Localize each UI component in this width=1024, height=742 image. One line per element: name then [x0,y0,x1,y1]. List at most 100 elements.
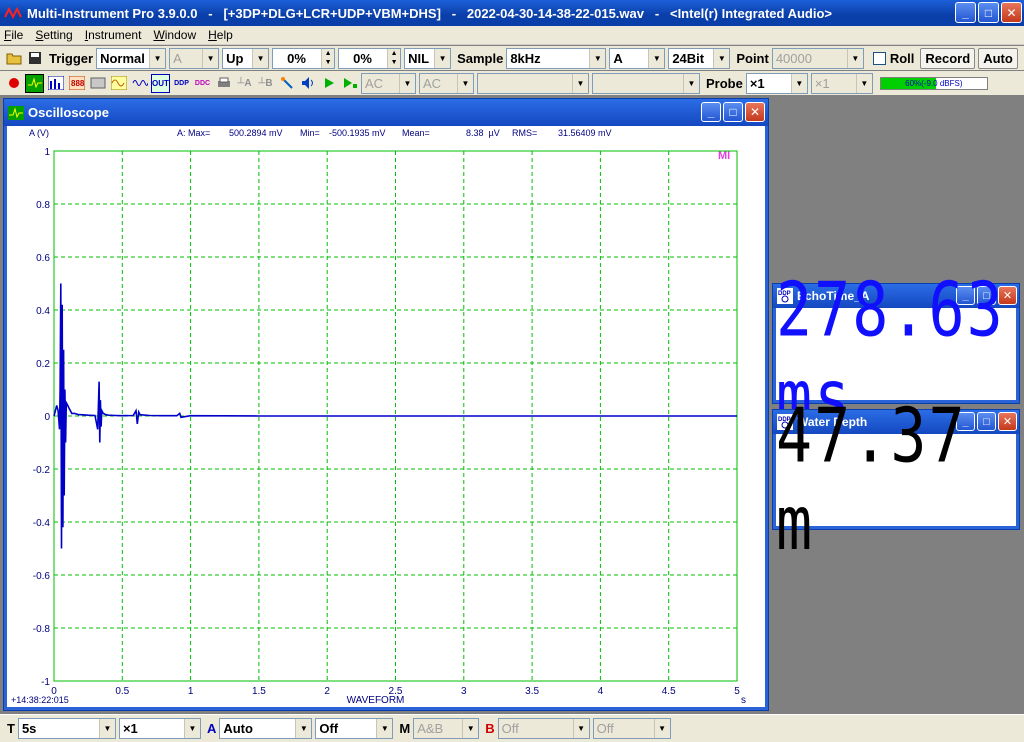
sweep-icon[interactable] [130,74,149,93]
point-count-select[interactable]: 40000 ▼ [771,47,864,69]
auto-button[interactable]: Auto [978,47,1018,69]
multimeter-icon[interactable]: 888 [67,74,86,93]
play-step-icon[interactable] [340,74,359,93]
menu-window[interactable]: Window [153,28,196,42]
sample-rate-select[interactable]: 8kHz ▼ [506,47,607,69]
main-toolbar: Trigger Normal ▼ A ▼ Up ▼ 0% ▲ ▼ 0% ▲ ▼ NI… [0,46,1024,70]
chevron-down-icon: ▼ [202,48,219,68]
b-range-select[interactable]: Off ▼ [497,718,590,739]
printer-icon[interactable] [214,74,233,93]
chevron-down-icon: ▼ [462,719,479,738]
save-icon[interactable] [25,49,44,68]
roll-label: Roll [889,50,915,66]
roll-checkbox[interactable] [872,51,886,65]
osc-maximize-button[interactable]: □ [723,102,743,122]
x-axis-unit: s [741,695,746,706]
cursor-b-icon[interactable]: ┴B [256,74,275,93]
x-tick-label: 4.5 [662,686,676,697]
water-depth-value: 47.37 m [776,392,967,568]
y-tick-label: 0.2 [36,359,50,370]
channel-b-label: B [485,721,495,736]
record-dot-icon[interactable] [4,74,23,93]
app-titlebar: Multi-Instrument Pro 3.9.0.0 - [+3DP+DLG… [0,0,1024,26]
mode-select[interactable]: A&B ▼ [413,718,480,739]
cursor-a-icon[interactable]: ┴A [235,74,254,93]
a-range-select[interactable]: Auto ▼ [219,718,313,739]
oscilloscope-plot-area[interactable]: A (V) A: Max= 500.2894 mV Min= -500.1935… [7,126,765,707]
a-offset-select[interactable]: Off ▼ [315,718,394,739]
chevron-down-icon: ▼ [589,48,606,68]
output-icon[interactable]: OUT [151,73,170,93]
window-function-select[interactable]: NIL ▼ [404,47,452,69]
trigger-level-stepper[interactable]: 0% ▲ ▼ [272,47,336,69]
probe-a-value: ×1 [749,75,765,91]
spectrum-analyzer-icon[interactable] [46,74,65,93]
trigger-label: Trigger [49,50,94,66]
ddc-icon[interactable]: DDC [193,74,212,93]
trigger-delay-stepper[interactable]: 0% ▲ ▼ [338,47,402,69]
input-channel-select[interactable]: A ▼ [609,47,666,69]
coupling-b-select[interactable]: AC ▼ [419,72,474,94]
speaker-icon[interactable] [298,74,317,93]
chevron-down-icon: ▼ [376,719,393,738]
maximize-button[interactable]: □ [978,2,999,23]
coupling-a-select[interactable]: AC ▼ [361,72,416,94]
record-button[interactable]: Record [920,47,976,69]
b-offset-select[interactable]: Off ▼ [592,718,671,739]
empty-select-1[interactable]: ▼ [477,72,589,94]
bit-depth-select[interactable]: 24Bit ▼ [668,47,731,69]
trigger-mode-select[interactable]: Normal ▼ [96,47,167,69]
x-tick-label: 4 [598,686,604,697]
oscilloscope-icon [8,105,24,121]
menu-setting[interactable]: Setting [35,28,72,42]
close-button[interactable]: ✕ [1001,2,1022,23]
timestamp-label: +14:38:22:015 [11,695,69,705]
minimize-button[interactable]: _ [955,2,976,23]
chevron-down-icon: ▼ [855,73,872,93]
y-tick-label: -0.6 [33,571,51,582]
signal-generator-icon[interactable] [109,74,128,93]
y-tick-label: -0.8 [33,624,51,635]
x-tick-label: 1.5 [252,686,266,697]
time-span-select[interactable]: 5s ▼ [17,718,116,739]
chevron-down-icon: ▼ [399,73,415,93]
probe-b-value: ×1 [814,75,830,91]
time-zoom-value: ×1 [122,721,138,736]
open-folder-icon[interactable] [4,49,23,68]
level-meter-text: 60%(-9.0 dBFS) [905,78,963,88]
ddp-viewer-icon[interactable]: DDP [172,74,191,93]
mode-value: A&B [417,721,444,736]
window-title: Multi-Instrument Pro 3.9.0.0 - [+3DP+DLG… [27,5,833,21]
probe-a-select[interactable]: ×1 ▼ [745,72,808,94]
b-offset-value: Off [596,721,614,736]
menu-file[interactable]: File [4,28,23,42]
spin-arrows-icon[interactable]: ▲ ▼ [387,48,401,68]
chevron-down-icon: ▼ [713,48,730,68]
oscilloscope-icon[interactable] [25,73,44,93]
a-range-value: Auto [223,721,253,736]
mi-logo: MI [718,150,731,162]
time-span-value: 5s [21,721,37,736]
probe-tool-icon[interactable] [277,74,296,93]
osc-close-button[interactable]: ✕ [745,102,765,122]
y-tick-label: -1 [41,677,50,688]
waveform-chart: 0 0.5 1 1.5 2 2.5 3 3.5 4 4.5 510.80.60.40.20-0.2-… [11,147,746,706]
app-logo-icon [4,5,22,21]
menu-instrument[interactable]: Instrument [85,28,142,42]
osc-minimize-button[interactable]: _ [701,102,721,122]
menu-help[interactable]: Help [208,28,233,42]
spin-arrows-icon[interactable]: ▲ ▼ [321,48,335,68]
chevron-down-icon: ▼ [648,48,665,68]
data-logger-icon[interactable] [88,74,107,93]
empty-select-2[interactable]: ▼ [592,72,700,94]
b-range-value: Off [501,721,519,736]
probe-b-select[interactable]: ×1 ▼ [810,72,873,94]
trigger-edge-select[interactable]: Up ▼ [222,47,270,69]
trigger-channel-select[interactable]: A ▼ [169,47,220,69]
trigger-channel-value: A [173,50,182,66]
chevron-down-icon: ▼ [653,719,670,738]
play-icon[interactable] [319,74,338,93]
input-channel-value: A [613,50,623,66]
svg-text:888: 888 [71,79,85,88]
time-zoom-select[interactable]: ×1 ▼ [118,718,201,739]
